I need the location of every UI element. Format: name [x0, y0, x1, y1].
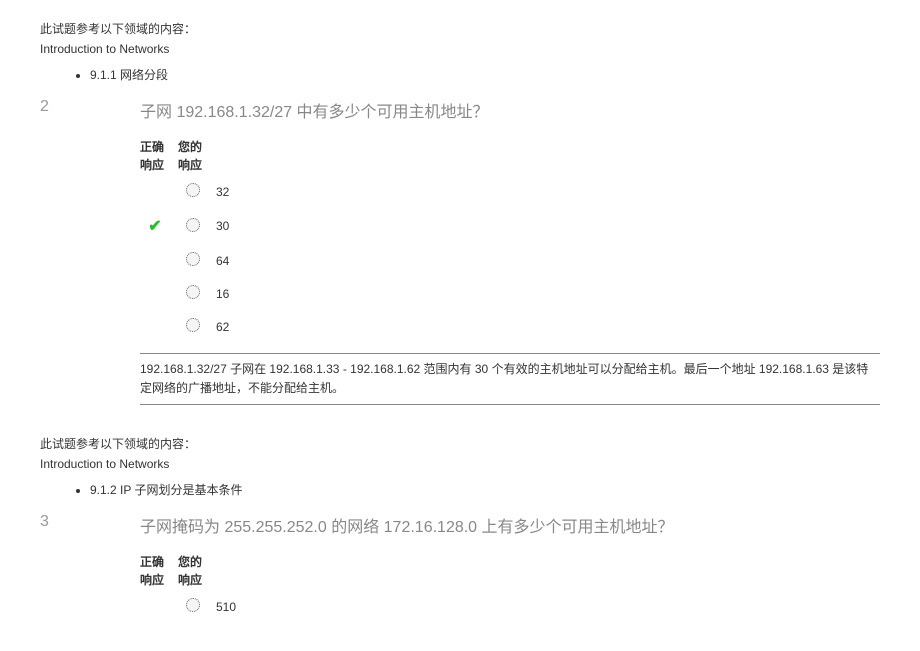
domain-intro-text: 此试题参考以下领域的内容： — [40, 20, 880, 37]
header-your: 您的响应 — [178, 552, 216, 590]
domain-bullet: 9.1.1 网络分段 — [90, 66, 880, 83]
domain-name-text: Introduction to Networks — [40, 42, 880, 56]
radio-icon[interactable] — [186, 598, 200, 612]
header-correct: 正确响应 — [140, 552, 178, 590]
checkmark-icon: ✔ — [148, 218, 161, 235]
answer-option: 64 — [140, 244, 237, 277]
question-text: 子网 192.168.1.32/27 中有多少个可用主机地址？ — [140, 98, 880, 122]
correct-marker — [140, 277, 178, 310]
header-your: 您的响应 — [178, 137, 216, 175]
radio-icon[interactable] — [186, 183, 200, 197]
answer-option: ✔ 30 — [140, 208, 237, 244]
question-number: 2 — [40, 98, 140, 116]
answer-option: 16 — [140, 277, 237, 310]
explanation-text: 192.168.1.32/27 子网在 192.168.1.33 - 192.1… — [140, 353, 880, 405]
answer-option: 32 — [140, 175, 237, 208]
radio-icon[interactable] — [186, 252, 200, 266]
radio-icon[interactable] — [186, 285, 200, 299]
radio-icon[interactable] — [186, 318, 200, 332]
domain-intro-text: 此试题参考以下领域的内容： — [40, 435, 880, 452]
correct-marker — [140, 590, 178, 623]
domain-name-text: Introduction to Networks — [40, 457, 880, 471]
header-correct: 正确响应 — [140, 137, 178, 175]
answer-option: 62 — [140, 310, 237, 343]
option-label: 30 — [216, 208, 237, 244]
option-label: 510 — [216, 590, 244, 623]
correct-marker — [140, 175, 178, 208]
answer-option: 510 — [140, 590, 244, 623]
correct-marker — [140, 310, 178, 343]
option-label: 16 — [216, 277, 237, 310]
correct-marker — [140, 244, 178, 277]
correct-marker: ✔ — [140, 208, 178, 244]
option-label: 32 — [216, 175, 237, 208]
option-label: 64 — [216, 244, 237, 277]
question-number: 3 — [40, 513, 140, 531]
option-label: 62 — [216, 310, 237, 343]
radio-icon[interactable] — [186, 218, 200, 232]
question-text: 子网掩码为 255.255.252.0 的网络 172.16.128.0 上有多… — [140, 513, 880, 537]
domain-bullet: 9.1.2 IP 子网划分是基本条件 — [90, 481, 880, 498]
